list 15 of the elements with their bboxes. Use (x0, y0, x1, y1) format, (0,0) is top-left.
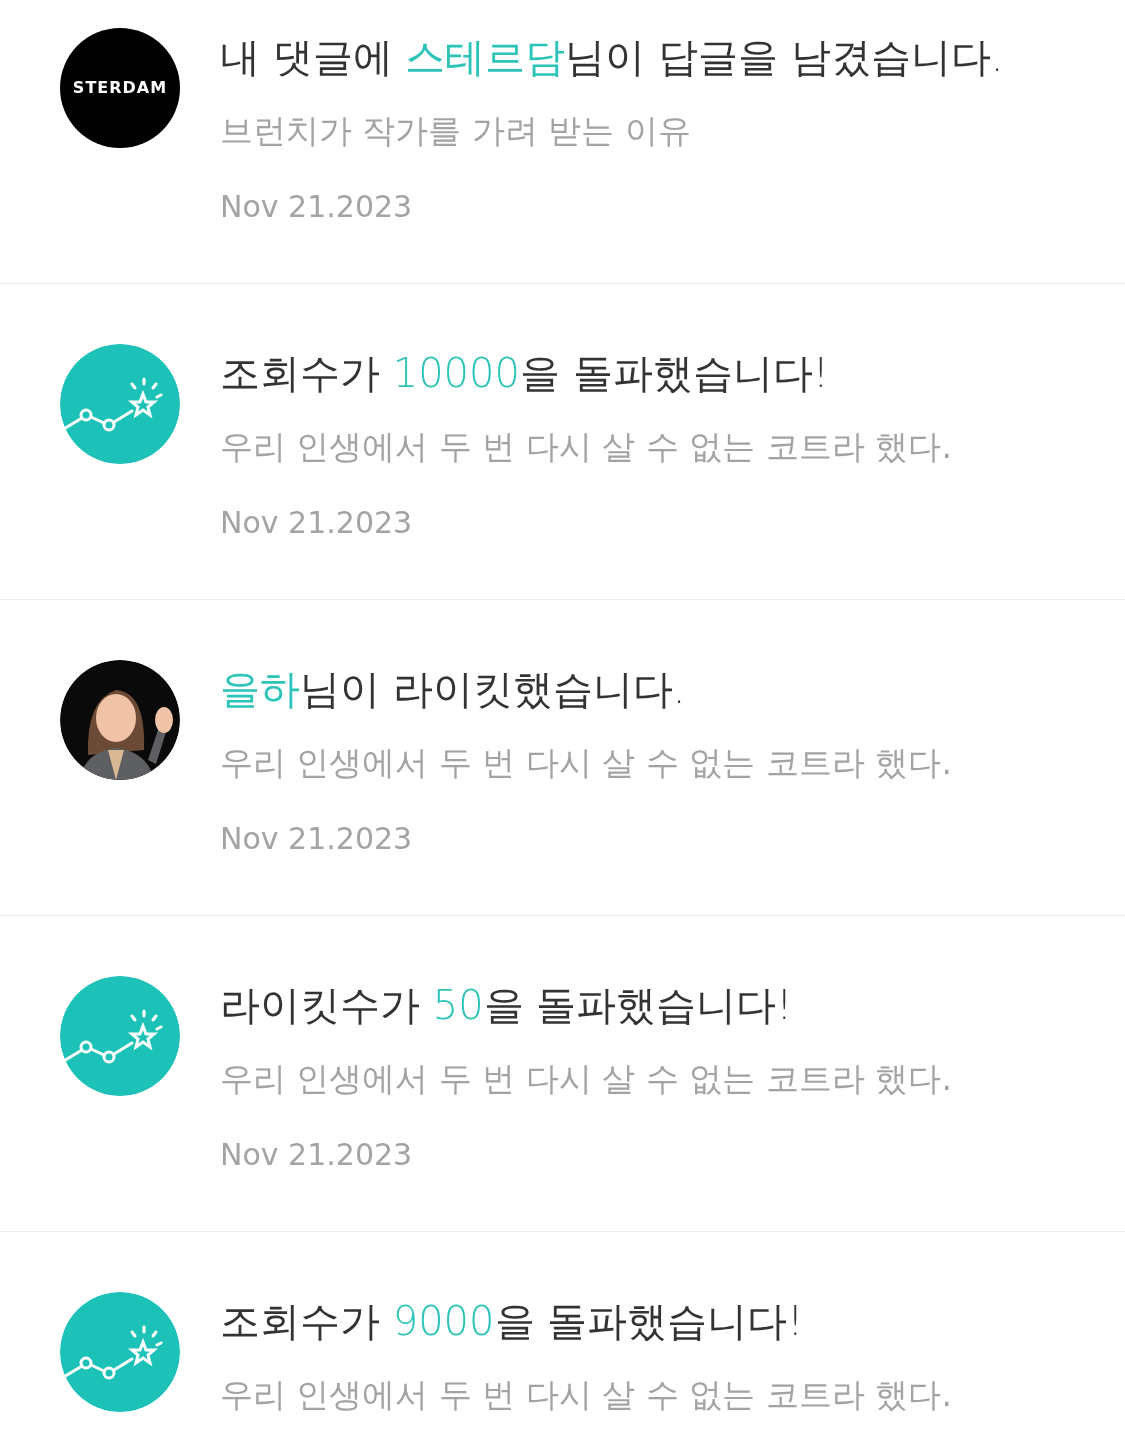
notification-date: Nov 21.2023 (220, 504, 414, 542)
notification-date: Nov 21.2023 (220, 188, 414, 226)
post-title: 우리 인생에서 두 번 다시 살 수 없는 코트라 했다. (220, 1374, 952, 1416)
notification-title: 을하님이 라이킷했습니다. (220, 665, 687, 714)
notification-title: 라이킷수가 50을 돌파했습니다! (220, 981, 794, 1030)
post-title: 우리 인생에서 두 번 다시 살 수 없는 코트라 했다. (220, 742, 952, 784)
post-title: 브런치가 작가를 가려 받는 이유 (220, 110, 692, 152)
post-title: 우리 인생에서 두 번 다시 살 수 없는 코트라 했다. (220, 426, 952, 468)
notification-title: 내 댓글에 스테르담님이 답글을 남겼습니다. (220, 33, 1004, 82)
logo-text: STERDAM (72, 77, 168, 99)
post-title: 우리 인생에서 두 번 다시 살 수 없는 코트라 했다. (220, 1058, 952, 1100)
notification-title: 조회수가 10000을 돌파했습니다! (220, 349, 830, 398)
notification-date: Nov 21.2023 (220, 1136, 414, 1174)
notification-date: Nov 21.2023 (220, 820, 414, 858)
notification-title: 조회수가 9000을 돌파했습니다! (220, 1297, 805, 1346)
